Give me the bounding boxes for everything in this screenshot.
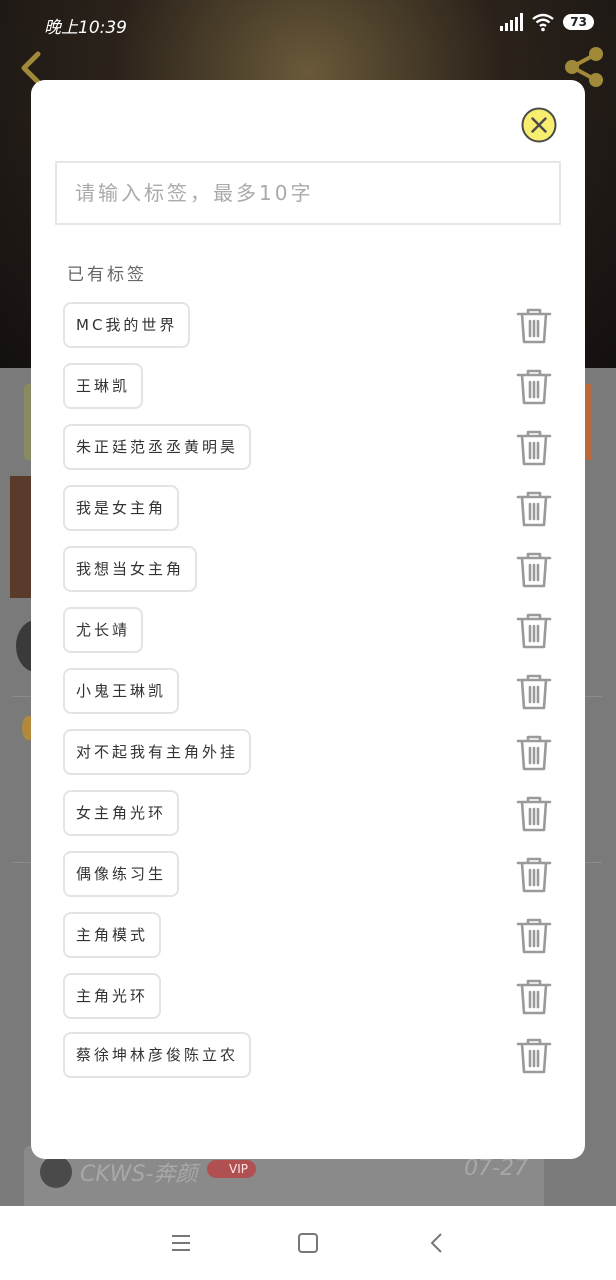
comment-date: 07-27 [464, 1156, 528, 1181]
tag-row: MC我的世界 [63, 302, 553, 348]
tag-chip[interactable]: 小鬼王琳凯 [63, 668, 180, 714]
tag-chip[interactable]: 朱正廷范丞丞黄明昊 [63, 424, 252, 470]
trash-icon[interactable] [515, 550, 553, 590]
tag-chip[interactable]: 对不起我有主角外挂 [63, 729, 252, 775]
trash-icon[interactable] [515, 916, 553, 956]
signal-icon [500, 13, 524, 31]
tag-row: 我想当女主角 [63, 546, 553, 592]
tag-chip[interactable]: 偶像练习生 [63, 851, 180, 897]
tag-row: 主角光环 [63, 973, 553, 1019]
system-nav-bar [0, 1206, 616, 1280]
trash-icon[interactable] [515, 306, 553, 346]
tag-input[interactable] [55, 161, 561, 225]
tag-row: 我是女主角 [63, 485, 553, 531]
existing-tags-title: 已有标签 [67, 265, 147, 285]
tag-chip[interactable]: 女主角光环 [63, 790, 180, 836]
battery-indicator: 73 [563, 14, 594, 30]
trash-icon[interactable] [515, 977, 553, 1017]
tag-row: 对不起我有主角外挂 [63, 729, 553, 775]
commenter-name: CKWS-奔颜 [80, 1162, 198, 1187]
tag-editor-dialog: 已有标签 MC我的世界 王琳凯 朱正廷范丞丞黄明昊 我是女主角 我想当女主角 尤… [31, 80, 585, 1159]
trash-icon[interactable] [515, 611, 553, 651]
menu-icon[interactable] [168, 1230, 194, 1256]
tag-row: 主角模式 [63, 912, 553, 958]
tag-row: 王琳凯 [63, 363, 553, 409]
close-circle-icon[interactable] [520, 106, 558, 144]
status-icons: 73 [500, 12, 594, 32]
tag-chip[interactable]: 主角光环 [63, 973, 162, 1019]
tag-chip[interactable]: 蔡徐坤林彦俊陈立农 [63, 1032, 252, 1078]
tag-chip[interactable]: MC我的世界 [63, 302, 191, 348]
tag-chip[interactable]: 王琳凯 [63, 363, 144, 409]
tag-chip[interactable]: 主角模式 [63, 912, 162, 958]
trash-icon[interactable] [515, 855, 553, 895]
trash-icon[interactable] [515, 794, 553, 834]
trash-icon[interactable] [515, 428, 553, 468]
trash-icon[interactable] [515, 733, 553, 773]
tag-row: 女主角光环 [63, 790, 553, 836]
tag-chip[interactable]: 我想当女主角 [63, 546, 198, 592]
wifi-icon [532, 13, 555, 32]
tag-row: 蔡徐坤林彦俊陈立农 [63, 1032, 553, 1078]
trash-icon[interactable] [515, 672, 553, 712]
tag-chip[interactable]: 尤长靖 [63, 607, 144, 653]
nav-back-icon[interactable] [424, 1230, 450, 1256]
trash-icon[interactable] [515, 489, 553, 529]
background-thumbnail [10, 476, 32, 598]
tag-chip[interactable]: 我是女主角 [63, 485, 180, 531]
trash-icon[interactable] [515, 367, 553, 407]
status-bar: 晚上10:39 73 [0, 0, 616, 48]
commenter-avatar [40, 1156, 72, 1188]
tag-row: 朱正廷范丞丞黄明昊 [63, 424, 553, 470]
status-time: 晚上10:39 [44, 18, 127, 38]
home-icon[interactable] [295, 1230, 321, 1256]
tag-row: 尤长靖 [63, 607, 553, 653]
vip-badge: VIP [207, 1160, 256, 1178]
trash-icon[interactable] [515, 1036, 553, 1076]
tag-row: 小鬼王琳凯 [63, 668, 553, 714]
tag-row: 偶像练习生 [63, 851, 553, 897]
